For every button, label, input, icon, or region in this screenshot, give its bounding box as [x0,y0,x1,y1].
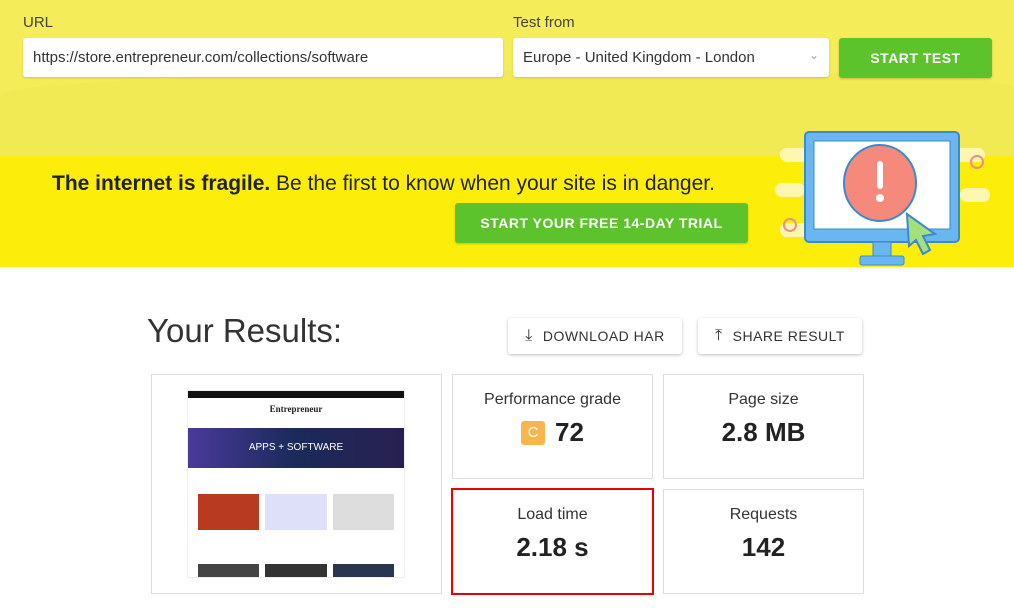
chevron-down-icon: ⌄ [808,48,819,62]
download-har-button[interactable]: ⤓ DOWNLOAD HAR [508,318,682,354]
load-time-highlight [451,488,654,595]
url-input[interactable]: https://store.entrepreneur.com/collectio… [23,38,503,77]
free-trial-button[interactable]: START YOUR FREE 14-DAY TRIAL [455,203,748,243]
share-icon: ⤒ [715,327,723,344]
share-result-button[interactable]: ⤒ SHARE RESULT [698,318,862,354]
share-result-label: SHARE RESULT [732,328,845,344]
monitor-alert-illustration [775,131,990,266]
thumbnail-logo: Entrepreneur [269,404,323,414]
test-from-value: Europe - United Kingdom - London [523,49,755,66]
download-har-label: DOWNLOAD HAR [542,328,665,344]
download-icon: ⤓ [525,327,533,344]
grade-badge: C [521,421,546,445]
metric-label: Requests [729,506,798,523]
metric-value: 142 [741,532,786,562]
performance-grade-card: Performance grade C 72 [452,374,653,479]
banner-tagline: The internet is fragile. Be the first to… [52,172,715,196]
metric-label: Page size [728,391,799,408]
page-screenshot: Entrepreneur APPS + SOFTWARE [187,390,405,578]
start-test-button[interactable]: START TEST [839,38,992,78]
tagline-text: Be the first to know when your site is i… [270,172,715,195]
metric-label: Performance grade [484,391,621,408]
metric-value: 72 [555,417,584,447]
tagline-bold: The internet is fragile. [52,172,271,195]
requests-card: Requests 142 [663,489,864,594]
test-from-label: Test from [513,14,575,31]
thumbnail-hero: APPS + SOFTWARE [188,428,404,468]
page-screenshot-card[interactable]: Entrepreneur APPS + SOFTWARE [151,374,442,594]
page-size-card: Page size 2.8 MB [663,374,864,479]
results-title: Your Results: [147,312,343,349]
url-label: URL [23,14,54,31]
test-from-select[interactable]: Europe - United Kingdom - London ⌄ [513,38,829,77]
metric-value: 2.8 MB [721,417,806,447]
